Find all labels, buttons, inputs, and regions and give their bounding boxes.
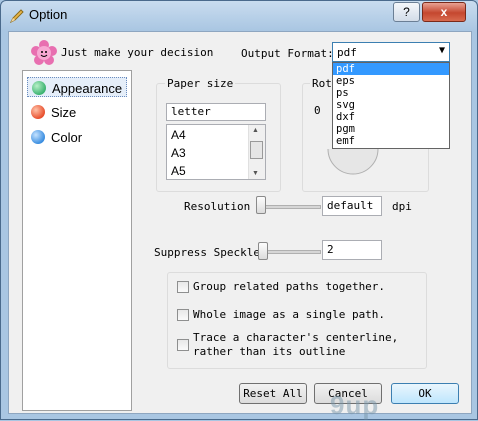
green-circle-icon bbox=[32, 81, 46, 95]
resolution-label: Resolution bbox=[184, 200, 251, 213]
resolution-slider-thumb[interactable] bbox=[256, 196, 266, 214]
scroll-up-icon[interactable]: ▲ bbox=[252, 127, 259, 134]
smiley-flower-icon bbox=[31, 40, 57, 65]
resolution-input[interactable]: default bbox=[322, 196, 382, 216]
paper-size-list[interactable]: A4 A3 A5 ▲ ▼ bbox=[166, 124, 266, 180]
ok-button[interactable]: OK bbox=[391, 383, 459, 404]
red-circle-icon bbox=[31, 105, 45, 119]
rotate-label: Rot bbox=[310, 77, 334, 90]
output-format-dropdown: pdf eps ps svg dxf pgm emf bbox=[332, 62, 450, 149]
speckle-label: Suppress Speckle: bbox=[154, 246, 267, 259]
paper-size-label: Paper size bbox=[165, 77, 236, 90]
group-paths-checkbox[interactable] bbox=[177, 281, 189, 293]
nav-item-color[interactable]: Color bbox=[27, 127, 127, 147]
nav-item-appearance[interactable]: Appearance bbox=[27, 77, 127, 97]
watermark: 9up bbox=[330, 390, 380, 420]
title-bar: Option ? x bbox=[1, 1, 477, 31]
output-format-value: pdf bbox=[337, 46, 357, 59]
category-list: Appearance Size Color bbox=[22, 70, 132, 411]
option-dialog: Option ? x Just make your decision Outpu… bbox=[0, 0, 478, 420]
nav-item-label: Appearance bbox=[52, 81, 123, 96]
format-option-eps[interactable]: eps bbox=[333, 75, 449, 87]
single-path-label: Whole image as a single path. bbox=[193, 308, 386, 321]
paper-size-input[interactable]: letter bbox=[166, 103, 266, 121]
dialog-body: Just make your decision Output Format: p… bbox=[8, 31, 472, 414]
scroll-down-icon[interactable]: ▼ bbox=[252, 170, 259, 177]
reset-all-button[interactable]: Reset All bbox=[239, 383, 307, 404]
resolution-slider-track[interactable] bbox=[259, 205, 321, 209]
help-button[interactable]: ? bbox=[393, 2, 420, 22]
paper-list-scrollbar[interactable]: ▲ ▼ bbox=[248, 125, 265, 179]
format-option-pgm[interactable]: pgm bbox=[333, 123, 449, 135]
nav-item-label: Color bbox=[51, 130, 83, 145]
speckle-input[interactable]: 2 bbox=[322, 240, 382, 260]
format-option-pdf[interactable]: pdf bbox=[333, 63, 449, 75]
output-format-select[interactable]: pdf ▼ bbox=[332, 42, 450, 62]
blue-circle-icon bbox=[31, 130, 45, 144]
window-title: Option bbox=[29, 7, 68, 22]
single-path-checkbox[interactable] bbox=[177, 309, 189, 321]
format-option-ps[interactable]: ps bbox=[333, 87, 449, 99]
close-button[interactable]: x bbox=[422, 2, 466, 22]
resolution-unit: dpi bbox=[392, 200, 412, 213]
scroll-thumb[interactable] bbox=[250, 141, 263, 159]
centerline-checkbox[interactable] bbox=[177, 339, 189, 351]
pencil-icon bbox=[9, 9, 24, 24]
chevron-down-icon: ▼ bbox=[438, 45, 445, 56]
centerline-label: Trace a character's centerline, rather t… bbox=[193, 331, 399, 358]
nav-item-label: Size bbox=[51, 105, 77, 120]
list-item[interactable]: A4 bbox=[171, 128, 186, 142]
speckle-slider-thumb[interactable] bbox=[258, 242, 268, 260]
format-option-dxf[interactable]: dxf bbox=[333, 111, 449, 123]
format-option-svg[interactable]: svg bbox=[333, 99, 449, 111]
format-option-emf[interactable]: emf bbox=[333, 135, 449, 147]
speckle-slider-track[interactable] bbox=[259, 250, 321, 254]
group-paths-label: Group related paths together. bbox=[193, 280, 386, 293]
hint-text: Just make your decision bbox=[61, 46, 214, 59]
nav-item-size[interactable]: Size bbox=[27, 102, 127, 122]
output-format-label: Output Format: bbox=[241, 47, 334, 60]
list-item[interactable]: A5 bbox=[171, 164, 186, 178]
list-item[interactable]: A3 bbox=[171, 146, 186, 160]
